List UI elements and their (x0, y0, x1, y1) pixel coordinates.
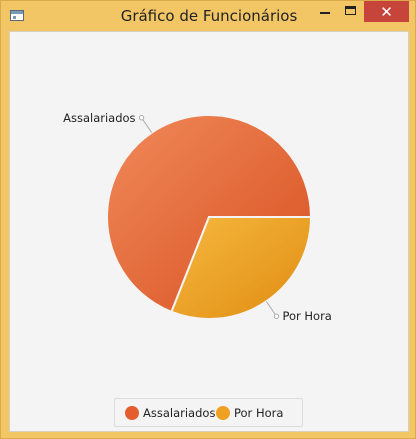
title-bar[interactable]: Gráfico de Funcionários ✕ (1, 1, 416, 31)
minimize-button[interactable] (313, 1, 337, 22)
pie-label-por-hora: Por Hora (282, 309, 331, 323)
maximize-icon (345, 6, 356, 15)
legend-label: Por Hora (234, 406, 284, 420)
pie-leader-dot (138, 115, 145, 121)
legend-label: Assalariados (143, 406, 216, 420)
pie-leader-dot (273, 313, 280, 319)
close-button[interactable]: ✕ (364, 1, 409, 22)
chart-legend: Assalariados Por Hora (114, 398, 303, 427)
pie-chart: Assalariados Por Hora (63, 111, 332, 323)
legend-swatch-por-hora (216, 406, 230, 420)
close-icon: ✕ (380, 3, 393, 21)
minimize-icon (320, 12, 330, 14)
pie-leader-line (265, 301, 277, 317)
chart-area: Assalariados Por Hora Assalariados Por Ho… (9, 31, 409, 432)
legend-swatch-assalariados (125, 406, 139, 420)
app-window: Gráfico de Funcionários ✕ Assalariados Po… (0, 0, 416, 439)
pie-label-assalariados: Assalariados (63, 111, 135, 125)
maximize-button[interactable] (339, 1, 363, 22)
